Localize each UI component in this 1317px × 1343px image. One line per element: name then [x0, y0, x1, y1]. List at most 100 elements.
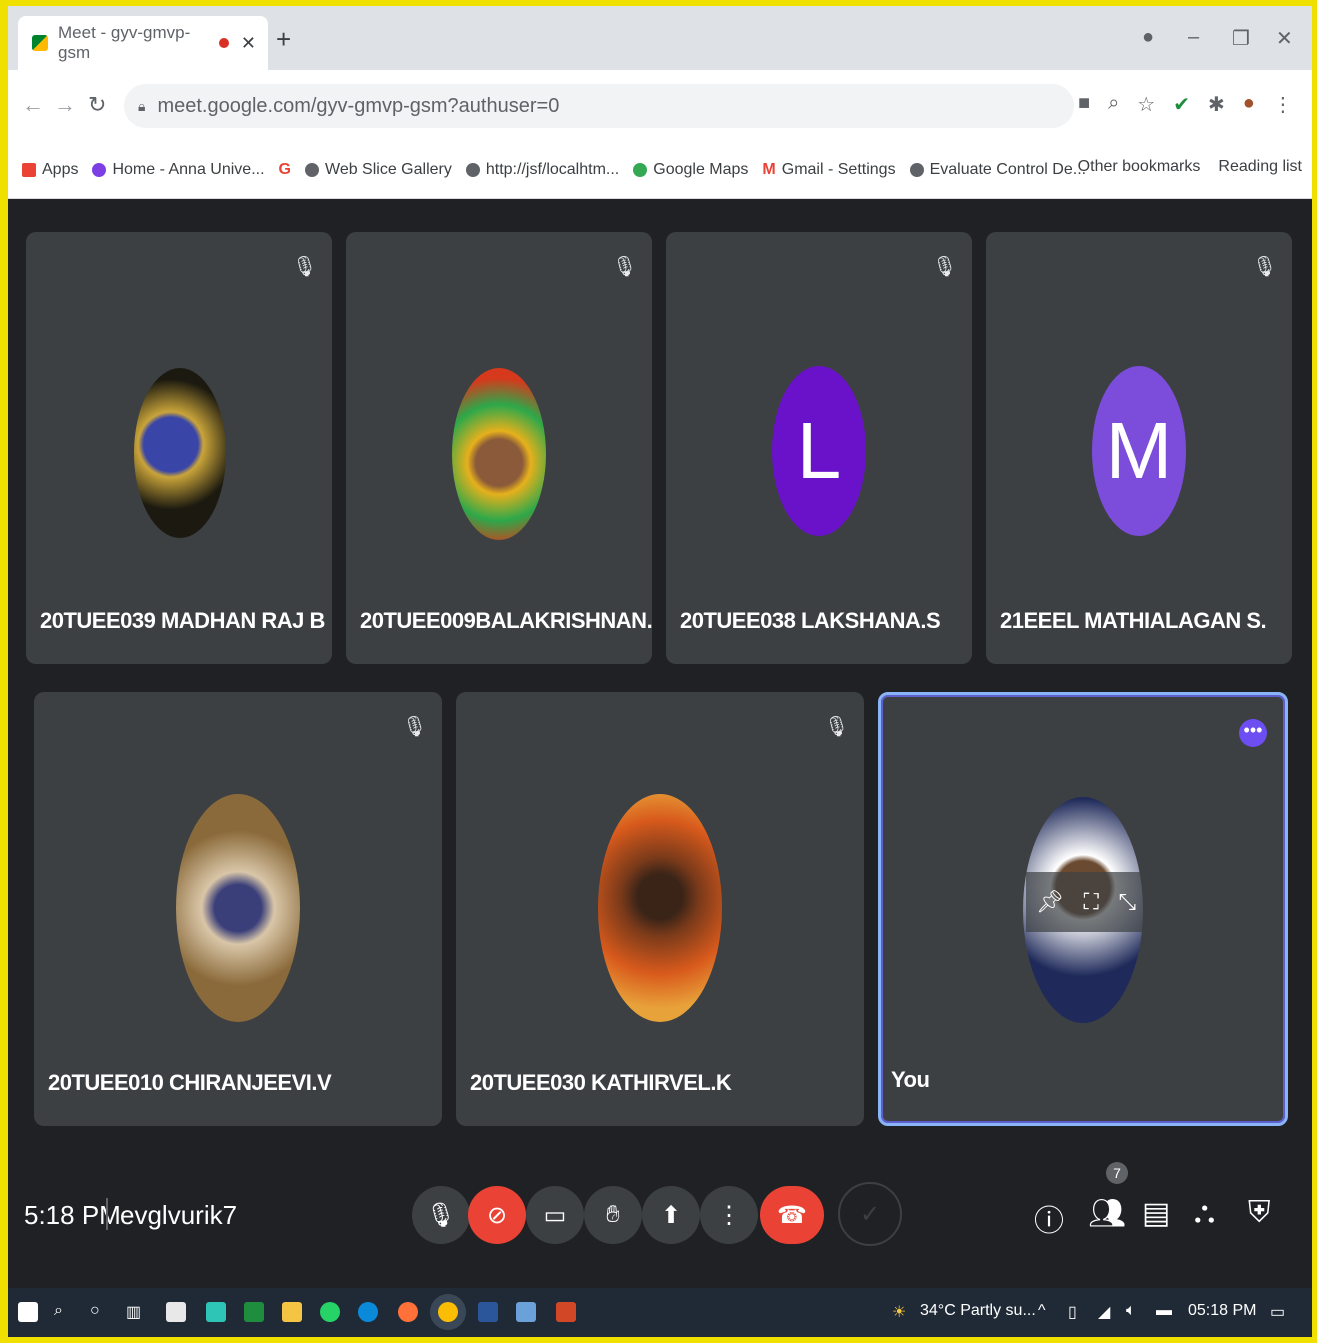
extensions-icon[interactable]: ✱: [1208, 92, 1225, 117]
tray-chevron-icon[interactable]: ^: [1038, 1302, 1046, 1320]
edge-icon[interactable]: [358, 1302, 378, 1322]
app-icon[interactable]: [206, 1302, 226, 1322]
mic-muted-icon: 🎙︎: [402, 716, 428, 738]
word-icon[interactable]: [478, 1302, 498, 1322]
more-vert-icon: ⋮: [717, 1201, 741, 1229]
notification-icon[interactable]: ▭: [1270, 1302, 1285, 1322]
raise-hand-button[interactable]: ✋︎: [584, 1186, 642, 1244]
bookmarks-bar: Apps Home - Anna Unive... G Web Slice Ga…: [8, 142, 1312, 199]
leave-call-button[interactable]: ☎︎: [760, 1186, 824, 1244]
frame-icon[interactable]: ⛶: [1083, 889, 1098, 915]
captions-button[interactable]: ▭: [526, 1186, 584, 1244]
participant-tile[interactable]: 🎙︎ M 21EEEL MATHIALAGAN S.: [986, 232, 1292, 664]
participant-name: 20TUEE038 LAKSHANA.S: [680, 608, 941, 633]
participant-tile[interactable]: 🎙︎ 20TUEE030 KATHIRVEL.K: [456, 692, 864, 1126]
camera-off-button[interactable]: ⊘: [468, 1186, 526, 1244]
activities-icon[interactable]: ⛬: [1194, 1196, 1215, 1230]
close-tab-icon[interactable]: ✕: [241, 33, 256, 54]
bookmark-google-maps[interactable]: Google Maps: [633, 161, 748, 179]
task-view-icon[interactable]: ▥: [126, 1302, 141, 1322]
avatar[interactable]: ●: [1243, 92, 1255, 117]
more-options-icon[interactable]: •••: [1239, 719, 1267, 747]
participant-tile[interactable]: 🎙︎ 20TUEE039 MADHAN RAJ B: [26, 232, 332, 664]
windows-taskbar: ⌕ ○ ▥ ☀ 34°C Partly su... ^ ▯ ◢ 🔈︎ ▬ 05:…: [8, 1288, 1312, 1337]
firefox-icon[interactable]: [398, 1302, 418, 1322]
camera-icon[interactable]: ■: [1078, 92, 1090, 117]
bookmark-google[interactable]: G: [279, 161, 291, 179]
mic-muted-icon: 🎙︎: [612, 256, 638, 278]
zoom-icon[interactable]: ⌕: [1108, 92, 1119, 117]
people-icon[interactable]: 👥︎: [1088, 1196, 1126, 1231]
profile-icon[interactable]: ●: [1142, 26, 1154, 49]
self-tile-overlay: 📌︎ ⛶ ⤡: [1026, 872, 1146, 932]
participant-tile[interactable]: 🎙︎ 20TUEE010 CHIRANJEEVI.V: [34, 692, 442, 1126]
browser-toolbar: ← → ↻ 🔒︎ meet.google.com/gyv-gmvp-gsm?au…: [8, 70, 1312, 142]
back-button[interactable]: ←: [22, 92, 44, 118]
host-controls-icon[interactable]: ⛨: [1248, 1196, 1271, 1230]
pin-icon[interactable]: 📌︎: [1036, 889, 1064, 915]
globe-icon: [465, 163, 480, 177]
avatar: L: [772, 366, 866, 536]
other-bookmarks[interactable]: Other bookmarks: [1078, 158, 1201, 176]
powerpoint-icon[interactable]: [556, 1302, 576, 1322]
store-icon[interactable]: [166, 1302, 186, 1322]
people-count-badge: 7: [1106, 1162, 1128, 1184]
chat-icon[interactable]: ▤: [1142, 1196, 1170, 1231]
participant-tile[interactable]: 🎙︎ L 20TUEE038 LAKSHANA.S: [666, 232, 972, 664]
address-bar[interactable]: 🔒︎ meet.google.com/gyv-gmvp-gsm?authuser…: [124, 84, 1074, 128]
more-button[interactable]: ⋮: [700, 1186, 758, 1244]
avatar: M: [1092, 366, 1186, 536]
info-icon[interactable]: ⓘ: [1034, 1196, 1064, 1240]
camera-off-icon: ⊘: [486, 1201, 508, 1229]
extension-button[interactable]: ✓: [838, 1182, 902, 1246]
search-icon[interactable]: ⌕: [54, 1302, 63, 1320]
cortana-icon[interactable]: ○: [90, 1302, 100, 1320]
minimize-button[interactable]: –: [1188, 26, 1199, 49]
participant-name: 20TUEE030 KATHIRVEL.K: [470, 1070, 732, 1095]
menu-icon[interactable]: ⋮: [1273, 92, 1293, 117]
weather-text[interactable]: 34°C Partly su...: [920, 1302, 1036, 1320]
present-button[interactable]: ⬆: [642, 1186, 700, 1244]
participant-tile[interactable]: 🎙︎ 20TUEE009BALAKRISHNAN.O: [346, 232, 652, 664]
avatar: [134, 368, 226, 538]
captions-icon: ▭: [543, 1201, 567, 1229]
whatsapp-icon[interactable]: [320, 1302, 340, 1322]
file-explorer-icon[interactable]: [282, 1302, 302, 1322]
bookmark-evaluate[interactable]: Evaluate Control De...: [909, 161, 1086, 179]
check-icon: ✓: [859, 1200, 881, 1228]
participant-name: 21EEEL MATHIALAGAN S.: [1000, 608, 1267, 633]
anna-icon: [92, 163, 107, 177]
bookmarks-right: Other bookmarks Reading list: [1078, 158, 1302, 176]
bookmark-home-anna[interactable]: Home - Anna Unive...: [92, 161, 265, 179]
bookmark-jsf[interactable]: http://jsf/localhtm...: [465, 161, 619, 179]
toolbar-icons: ■ ⌕ ☆ ✔ ✱ ● ⋮: [1078, 92, 1293, 117]
browser-tab[interactable]: Meet - gyv-gmvp-gsm ✕: [18, 16, 268, 70]
chrome-icon[interactable]: [438, 1302, 458, 1322]
forward-button[interactable]: →: [54, 92, 76, 118]
end-call-icon: ☎︎: [777, 1201, 807, 1229]
bookmark-gmail[interactable]: M Gmail - Settings: [762, 161, 895, 179]
meeting-controls: 5:18 PM evglvurik7 🎙︎ ⊘ ▭ ✋︎ ⬆ ⋮ ☎︎ ✓ ⓘ …: [8, 1144, 1312, 1284]
globe-icon: [305, 163, 319, 177]
weather-icon: ☀: [892, 1304, 907, 1321]
app-icon[interactable]: [516, 1302, 536, 1322]
present-icon: ⬆: [660, 1201, 682, 1229]
language-icon: ▬: [1156, 1302, 1172, 1319]
reading-list[interactable]: Reading list: [1218, 158, 1302, 176]
bookmark-star-icon[interactable]: ☆: [1137, 92, 1155, 117]
minimize-self-icon[interactable]: ⤡: [1119, 889, 1137, 915]
extension-check-icon[interactable]: ✔: [1173, 92, 1190, 117]
bookmark-web-slice[interactable]: Web Slice Gallery: [305, 161, 452, 179]
close-window-button[interactable]: ✕: [1276, 26, 1293, 51]
microphone-button[interactable]: 🎙︎: [412, 1186, 470, 1244]
bookmark-apps[interactable]: Apps: [22, 161, 78, 179]
restore-button[interactable]: ❐: [1232, 26, 1250, 51]
clock-text[interactable]: 05:18 PM: [1188, 1302, 1256, 1320]
new-tab-button[interactable]: +: [276, 24, 291, 55]
mic-muted-icon: 🎙︎: [824, 716, 850, 738]
excel-icon[interactable]: [244, 1302, 264, 1322]
reload-button[interactable]: ↻: [88, 92, 106, 118]
participant-name: 20TUEE009BALAKRISHNAN.O: [360, 608, 652, 633]
tab-strip: Meet - gyv-gmvp-gsm ✕ + ● – ❐ ✕: [8, 6, 1312, 70]
windows-start-icon[interactable]: [18, 1302, 38, 1322]
